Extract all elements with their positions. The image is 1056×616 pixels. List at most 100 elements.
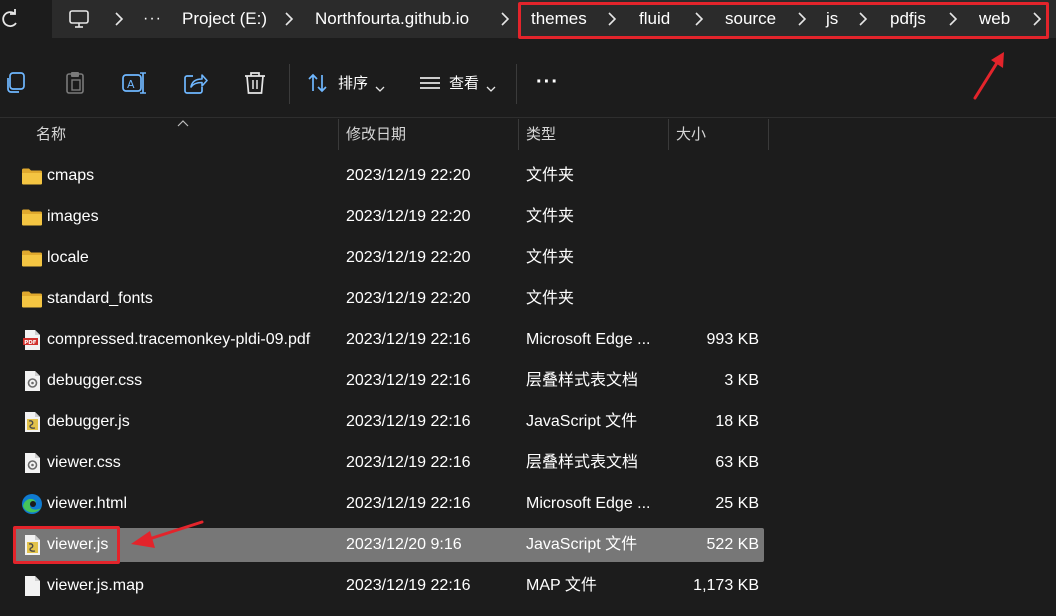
file-name: locale bbox=[47, 249, 89, 266]
column-headers: 名称 修改日期 类型 大小 bbox=[0, 119, 1056, 150]
file-row[interactable]: standard_fonts 2023/12/19 22:20 文件夹 bbox=[14, 282, 764, 316]
sort-label: 排序 bbox=[338, 75, 369, 92]
file-type: MAP 文件 bbox=[526, 577, 597, 594]
chevron-right-icon[interactable] bbox=[500, 11, 510, 27]
file-row[interactable]: viewer.js.map 2023/12/19 22:16 MAP 文件 1,173… bbox=[14, 569, 764, 603]
chevron-right-icon[interactable] bbox=[797, 11, 807, 27]
breadcrumb-repo[interactable]: Northfourta.github.io bbox=[315, 0, 469, 38]
folder-icon bbox=[21, 165, 43, 187]
file-size: 3 KB bbox=[724, 372, 759, 389]
file-row[interactable]: locale 2023/12/19 22:20 文件夹 bbox=[14, 241, 764, 275]
column-header-date[interactable]: 修改日期 bbox=[346, 119, 406, 150]
file-type: 层叠样式表文档 bbox=[526, 372, 639, 389]
view-label: 查看 bbox=[449, 75, 480, 92]
chevron-down-icon bbox=[486, 80, 496, 92]
file-type: JavaScript 文件 bbox=[526, 536, 638, 553]
view-button[interactable]: 查看 bbox=[415, 64, 500, 104]
column-resize-handle[interactable] bbox=[768, 119, 769, 150]
file-size: 63 KB bbox=[715, 454, 759, 471]
breadcrumb-pdfjs[interactable]: pdfjs bbox=[890, 0, 926, 38]
column-header-size[interactable]: 大小 bbox=[676, 119, 706, 150]
pdf-file-icon: PDF bbox=[21, 329, 43, 351]
chevron-right-icon[interactable] bbox=[607, 11, 617, 27]
file-name: compressed.tracemonkey-pldi-09.pdf bbox=[47, 331, 311, 348]
file-name: viewer.css bbox=[47, 454, 121, 471]
more-options-button[interactable]: ··· bbox=[536, 70, 559, 94]
column-resize-handle[interactable] bbox=[668, 119, 669, 150]
svg-text:A: A bbox=[127, 78, 135, 91]
sort-icon bbox=[307, 72, 329, 94]
svg-text:PDF: PDF bbox=[24, 340, 37, 346]
column-header-name[interactable]: 名称 bbox=[36, 119, 66, 150]
file-row-selected[interactable]: viewer.js 2023/12/20 9:16 JavaScript 文件 522… bbox=[14, 528, 764, 562]
trash-icon[interactable] bbox=[242, 70, 268, 96]
file-row[interactable]: images 2023/12/19 22:20 文件夹 bbox=[14, 200, 764, 234]
file-type: 层叠样式表文档 bbox=[526, 454, 639, 471]
file-date-modified: 2023/12/19 22:16 bbox=[346, 372, 471, 389]
rename-icon[interactable]: A bbox=[121, 70, 147, 96]
chevron-right-icon[interactable] bbox=[114, 11, 124, 27]
refresh-icon[interactable] bbox=[0, 6, 22, 32]
breadcrumb-source[interactable]: source bbox=[725, 0, 776, 38]
file-size: 522 KB bbox=[706, 536, 759, 553]
file-type: Microsoft Edge ... bbox=[526, 495, 651, 512]
file-name: cmaps bbox=[47, 167, 95, 184]
file-date-modified: 2023/12/19 22:20 bbox=[346, 290, 471, 307]
js-file-icon bbox=[21, 411, 43, 433]
view-lines-icon bbox=[419, 73, 441, 93]
copy-icon[interactable] bbox=[3, 70, 29, 96]
chevron-right-icon[interactable] bbox=[948, 11, 958, 27]
chevron-right-icon[interactable] bbox=[1032, 11, 1042, 27]
monitor-icon[interactable] bbox=[68, 9, 90, 29]
chevron-down-icon bbox=[375, 80, 385, 92]
command-bar: A 排序 查看 ··· bbox=[0, 50, 1056, 118]
edge-file-icon bbox=[21, 493, 43, 515]
file-name: debugger.js bbox=[47, 413, 130, 430]
folder-icon bbox=[21, 206, 43, 228]
breadcrumb-web[interactable]: web bbox=[979, 0, 1010, 38]
file-row[interactable]: PDF compressed.tracemonkey-pldi-09.pdf 202… bbox=[14, 323, 764, 357]
file-row[interactable]: debugger.js 2023/12/19 22:16 JavaScript 文件… bbox=[14, 405, 764, 439]
file-date-modified: 2023/12/19 22:16 bbox=[346, 454, 471, 471]
css-file-icon bbox=[21, 452, 43, 474]
file-date-modified: 2023/12/19 22:20 bbox=[346, 208, 471, 225]
toolbar-divider bbox=[289, 64, 290, 104]
breadcrumb-themes[interactable]: themes bbox=[531, 0, 587, 38]
folder-icon bbox=[21, 247, 43, 269]
breadcrumb-js[interactable]: js bbox=[826, 0, 838, 38]
toolbar-divider bbox=[516, 64, 517, 104]
file-type: 文件夹 bbox=[526, 208, 575, 225]
chevron-right-icon[interactable] bbox=[858, 11, 868, 27]
chevron-right-icon[interactable] bbox=[284, 11, 294, 27]
address-bar[interactable]: ··· Project (E:) Northfourta.github.io t… bbox=[52, 0, 1056, 38]
file-size: 25 KB bbox=[715, 495, 759, 512]
column-resize-handle[interactable] bbox=[338, 119, 339, 150]
column-resize-handle[interactable] bbox=[518, 119, 519, 150]
file-type: 文件夹 bbox=[526, 167, 575, 184]
file-size: 18 KB bbox=[715, 413, 759, 430]
file-type: 文件夹 bbox=[526, 290, 575, 307]
folder-icon bbox=[21, 288, 43, 310]
sort-button[interactable]: 排序 bbox=[305, 64, 390, 104]
file-row[interactable]: viewer.html 2023/12/19 22:16 Microsoft Edg… bbox=[14, 487, 764, 521]
css-file-icon bbox=[21, 370, 43, 392]
file-name: viewer.html bbox=[47, 495, 128, 512]
paste-icon[interactable] bbox=[62, 70, 88, 96]
file-date-modified: 2023/12/19 22:16 bbox=[346, 413, 471, 430]
file-name: viewer.js.map bbox=[47, 577, 144, 594]
blank-file-icon bbox=[21, 575, 43, 597]
share-icon[interactable] bbox=[182, 70, 208, 96]
file-date-modified: 2023/12/19 22:20 bbox=[346, 167, 471, 184]
breadcrumb-project-drive[interactable]: Project (E:) bbox=[182, 0, 267, 38]
column-header-type[interactable]: 类型 bbox=[526, 119, 556, 150]
breadcrumb-overflow[interactable]: ··· bbox=[143, 0, 162, 38]
file-row[interactable]: debugger.css 2023/12/19 22:16 层叠样式表文档 3 KB bbox=[14, 364, 764, 398]
file-size: 1,173 KB bbox=[693, 577, 759, 594]
file-list: cmaps 2023/12/19 22:20 文件夹 images 2023/12/19… bbox=[0, 155, 1056, 616]
chevron-right-icon[interactable] bbox=[694, 11, 704, 27]
file-type: Microsoft Edge ... bbox=[526, 331, 651, 348]
file-row[interactable]: cmaps 2023/12/19 22:20 文件夹 bbox=[14, 159, 764, 193]
breadcrumb-fluid[interactable]: fluid bbox=[639, 0, 670, 38]
file-row[interactable]: viewer.css 2023/12/19 22:16 层叠样式表文档 63 KB bbox=[14, 446, 764, 480]
file-type: JavaScript 文件 bbox=[526, 413, 638, 430]
